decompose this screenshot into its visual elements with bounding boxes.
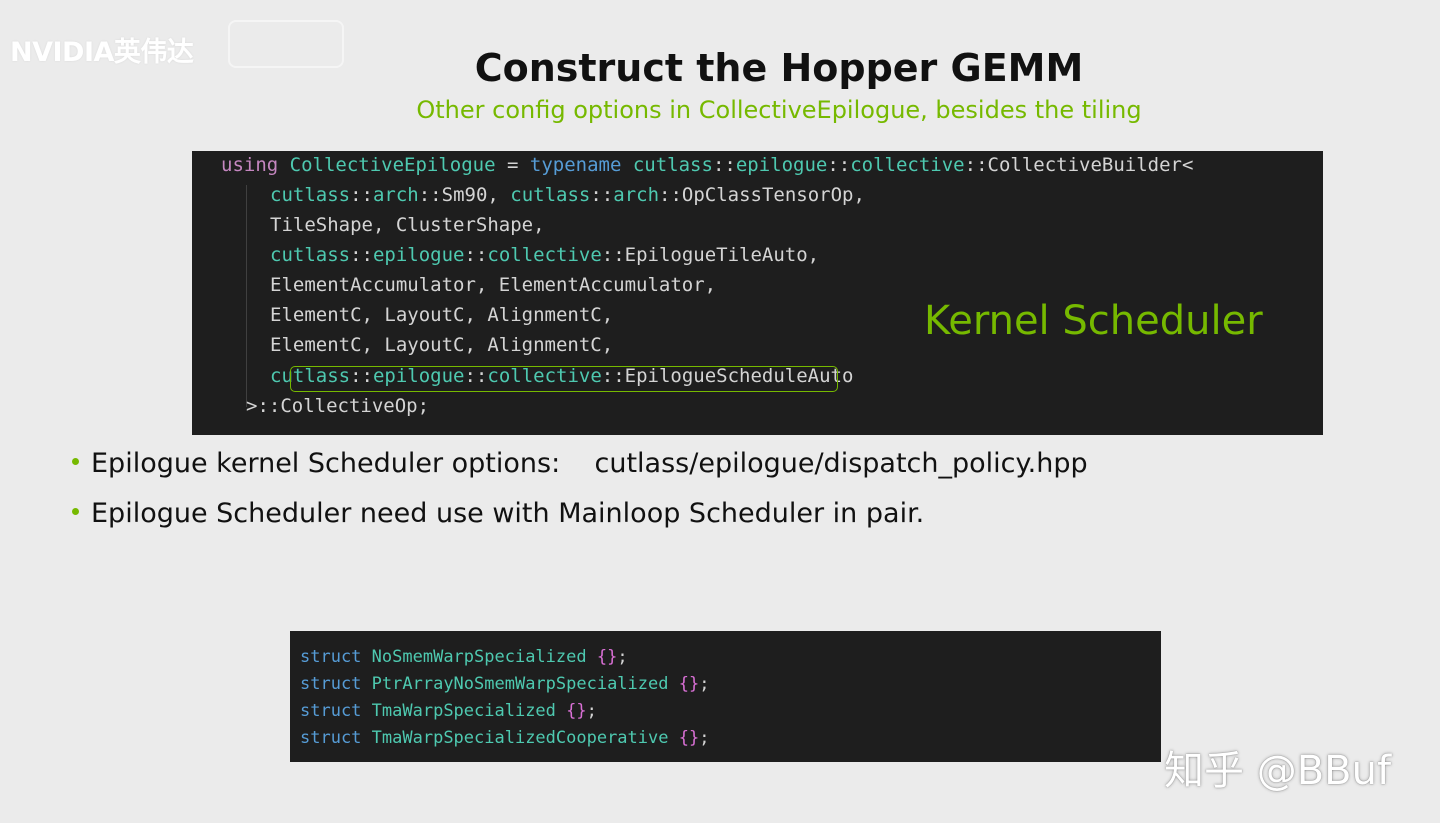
kernel-scheduler-label: Kernel Scheduler (924, 298, 1263, 344)
struct-line: struct TmaWarpSpecialized {}; (300, 700, 597, 722)
bullet-dot (72, 458, 79, 465)
semicolon: ; (617, 647, 628, 667)
struct-name: PtrArrayNoSmemWarpSpecialized (371, 674, 669, 694)
slide-subtitle: Other config options in CollectiveEpilog… (416, 96, 1142, 124)
bullet-dot (72, 508, 79, 515)
keyword-struct: struct (300, 728, 362, 748)
collective-builder: CollectiveBuilder< (987, 154, 1194, 176)
ns-collective: collective (487, 244, 602, 266)
keyword-typename: typename (529, 154, 622, 176)
ns-cutlass: cutlass (270, 184, 351, 206)
braces: {} (596, 647, 618, 667)
ns-arch: arch (613, 184, 660, 206)
scope-sep: :: (712, 154, 736, 176)
code-line-9: >::CollectiveOp; (246, 395, 430, 417)
scope-sep: :: (827, 154, 851, 176)
semicolon: ; (586, 701, 597, 721)
keyword-struct: struct (300, 701, 362, 721)
struct-name: NoSmemWarpSpecialized (371, 647, 587, 667)
bullet-list: Epilogue kernel Scheduler options: cutla… (72, 444, 1088, 544)
struct-line: struct PtrArrayNoSmemWarpSpecialized {}; (300, 673, 709, 695)
keyword-struct: struct (300, 647, 362, 667)
ns-collective: collective (850, 154, 965, 176)
ns-arch: arch (372, 184, 419, 206)
type-collective-epilogue: CollectiveEpilogue (289, 154, 496, 176)
equals: = (495, 154, 530, 176)
scope-sep: :: (964, 154, 988, 176)
struct-line: struct NoSmemWarpSpecialized {}; (300, 646, 628, 668)
code-line-4: cutlass::epilogue::collective::EpilogueT… (270, 244, 820, 266)
slide-title: Construct the Hopper GEMM (474, 46, 1084, 90)
code-panel-structs: struct NoSmemWarpSpecialized {}; struct … (290, 631, 1161, 762)
ns-cutlass: cutlass (632, 154, 713, 176)
highlight-box (290, 366, 838, 392)
keyword-using: using (221, 154, 279, 176)
semicolon: ; (699, 728, 710, 748)
semicolon: ; (699, 674, 710, 694)
ns-epilogue: epilogue (735, 154, 828, 176)
ns-cutlass: cutlass (510, 184, 591, 206)
braces: {} (566, 701, 587, 721)
struct-line: struct TmaWarpSpecializedCooperative {}; (300, 727, 709, 749)
bullet-item: Epilogue kernel Scheduler options: cutla… (72, 444, 1088, 494)
keyword-struct: struct (300, 674, 362, 694)
code-line-7: ElementC, LayoutC, AlignmentC, (270, 334, 614, 356)
braces: {} (678, 728, 700, 748)
type-epilogue-tile-auto: EpilogueTileAuto, (624, 244, 820, 266)
code-line-6: ElementC, LayoutC, AlignmentC, (270, 304, 614, 326)
ns-epilogue: epilogue (372, 244, 465, 266)
indent-guide (246, 185, 247, 407)
ns-cutlass: cutlass (270, 244, 351, 266)
code-line-1: using CollectiveEpilogue = typename cutl… (221, 153, 1193, 177)
code-line-2: cutlass::arch::Sm90, cutlass::arch::OpCl… (270, 184, 865, 206)
zhihu-watermark: 知乎 @BBuf (1164, 748, 1392, 794)
type-opclass: OpClassTensorOp (681, 184, 854, 206)
code-line-5: ElementAccumulator, ElementAccumulator, (270, 274, 717, 296)
struct-name: TmaWarpSpecialized (371, 701, 556, 721)
type-sm90: Sm90 (441, 184, 488, 206)
struct-name: TmaWarpSpecializedCooperative (371, 728, 669, 748)
bullet-text: Epilogue Scheduler need use with Mainloo… (91, 498, 925, 529)
bullet-text: Epilogue kernel Scheduler options: cutla… (91, 448, 1088, 479)
braces: {} (678, 674, 700, 694)
code-line-3: TileShape, ClusterShape, (270, 214, 545, 236)
bullet-item: Epilogue Scheduler need use with Mainloo… (72, 494, 1088, 544)
code-panel-collective-epilogue: using CollectiveEpilogue = typename cutl… (192, 151, 1323, 435)
